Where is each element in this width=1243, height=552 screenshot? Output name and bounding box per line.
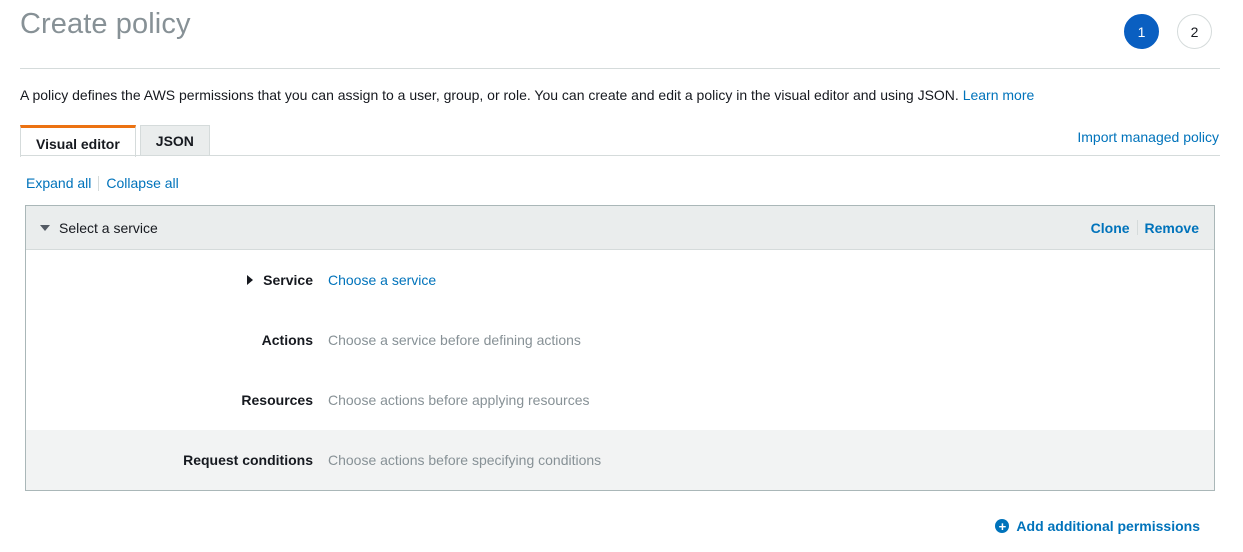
policy-description: A policy defines the AWS permissions tha… xyxy=(20,87,1034,103)
request-conditions-label: Request conditions xyxy=(183,452,313,468)
actions-placeholder: Choose a service before defining actions xyxy=(328,332,581,348)
request-conditions-row: Request conditions Choose actions before… xyxy=(26,430,1214,490)
panel-actions: Clone Remove xyxy=(1091,220,1199,236)
panel-header-title: Select a service xyxy=(59,219,158,236)
description-text: A policy defines the AWS permissions tha… xyxy=(20,87,959,103)
service-row: Service Choose a service xyxy=(26,250,1214,310)
choose-service-link[interactable]: Choose a service xyxy=(328,272,436,288)
page-title: Create policy xyxy=(20,8,191,40)
add-permissions-label: Add additional permissions xyxy=(1016,518,1200,534)
clone-button[interactable]: Clone xyxy=(1091,220,1130,236)
tabs-divider xyxy=(20,155,1220,156)
learn-more-link[interactable]: Learn more xyxy=(963,87,1035,103)
wizard-steps: 1 2 xyxy=(1124,14,1212,49)
caret-down-icon xyxy=(40,224,50,231)
collapse-all-link[interactable]: Collapse all xyxy=(106,175,178,191)
actions-row: Actions Choose a service before defining… xyxy=(26,310,1214,370)
title-divider xyxy=(20,68,1220,69)
resources-placeholder: Choose actions before applying resources xyxy=(328,392,590,408)
tab-visual-editor[interactable]: Visual editor xyxy=(20,125,136,157)
permission-panel-header[interactable]: Select a service Clone Remove xyxy=(26,206,1214,250)
resources-label: Resources xyxy=(241,392,313,408)
step-2-indicator[interactable]: 2 xyxy=(1177,14,1212,49)
panel-header-toggle[interactable]: Select a service xyxy=(40,220,158,236)
service-row-label[interactable]: Service xyxy=(26,272,313,288)
plus-circle-icon: + xyxy=(995,519,1010,533)
action-separator xyxy=(1136,220,1138,235)
editor-tabs: Visual editor JSON xyxy=(20,125,210,157)
link-separator xyxy=(98,175,100,191)
import-managed-policy-link[interactable]: Import managed policy xyxy=(1077,129,1219,145)
resources-row: Resources Choose actions before applying… xyxy=(26,370,1214,430)
caret-right-icon xyxy=(247,275,254,285)
step-1-indicator[interactable]: 1 xyxy=(1124,14,1159,49)
actions-label: Actions xyxy=(261,332,313,348)
request-conditions-placeholder: Choose actions before specifying conditi… xyxy=(328,452,602,468)
remove-button[interactable]: Remove xyxy=(1145,220,1199,236)
expand-all-link[interactable]: Expand all xyxy=(26,175,91,191)
tab-json[interactable]: JSON xyxy=(139,125,210,156)
permission-panel: Select a service Clone Remove Service Ch… xyxy=(25,205,1215,491)
expand-collapse-controls: Expand all Collapse all xyxy=(26,175,179,191)
add-additional-permissions-button[interactable]: + Add additional permissions xyxy=(995,518,1200,534)
service-label: Service xyxy=(263,272,313,288)
